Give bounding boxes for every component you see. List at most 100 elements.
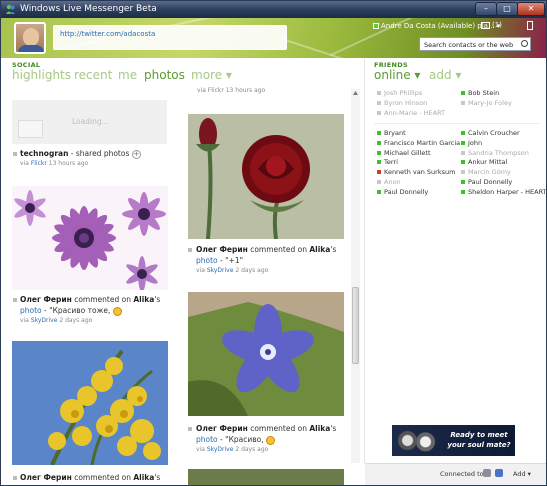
item-actor[interactable]: Олег Ферин [196, 424, 248, 433]
advertisement-banner[interactable]: Ready to meet your soul mate? [392, 425, 515, 456]
presence-icon [377, 101, 381, 105]
friend-list-item[interactable]: Terri [377, 158, 398, 166]
meta-source-link[interactable]: Flickr [31, 160, 47, 167]
photo-thumbnail[interactable] [188, 469, 344, 485]
meta-source-link[interactable]: SkyDrive [207, 446, 234, 453]
search-input[interactable]: Search contacts or the web [419, 37, 531, 51]
friend-list-item[interactable]: Paul Donnelly [461, 178, 512, 186]
scrollbar-thumb[interactable] [352, 287, 359, 364]
meta-time: 2 days ago [57, 317, 93, 324]
minimize-button[interactable]: – [475, 2, 497, 16]
friend-name: Mary-Jo Foley [468, 99, 512, 107]
item-text: commented on [247, 245, 310, 254]
photo-thumbnail[interactable] [12, 341, 168, 465]
mail-icon[interactable] [481, 22, 490, 29]
feed-scrollbar[interactable] [351, 89, 360, 463]
mail-count: (1) [492, 21, 502, 29]
presence-icon [461, 101, 465, 105]
friend-list-item[interactable]: Mary-Jo Foley [461, 99, 512, 107]
avatar[interactable] [14, 22, 46, 54]
presence-icon [461, 91, 465, 95]
maximize-button[interactable]: □ [496, 2, 518, 16]
presence-icon [377, 111, 381, 115]
tab-photos[interactable]: photos [144, 68, 185, 82]
presence-icon [461, 140, 465, 145]
friend-list-item[interactable]: Marcin Gómy [461, 168, 511, 176]
add-menu-button[interactable]: Add ▾ [513, 470, 531, 478]
item-actor[interactable]: technogran [20, 149, 68, 158]
friend-name: Ann-Marie - HEART [384, 109, 446, 117]
tab-recent[interactable]: recent [74, 68, 112, 82]
friend-list-item[interactable]: Bob Stein [461, 89, 499, 97]
item-target[interactable]: Alika [309, 245, 330, 254]
item-target[interactable]: Alika [309, 424, 330, 433]
menu-icon[interactable] [527, 21, 533, 30]
friend-list-item[interactable]: Francisco Martin Garcia [377, 139, 460, 147]
ad-line-2: your soul mate? [447, 441, 511, 449]
friend-list-item[interactable]: Byron Hinson [377, 99, 427, 107]
item-actor[interactable]: Олег Ферин [20, 473, 72, 482]
presence-icon [461, 189, 465, 194]
photo-link[interactable]: photo [196, 256, 218, 265]
purple-daisy-image [12, 186, 168, 290]
item-meta: via SkyDrive 2 days ago [20, 317, 92, 324]
tab-me[interactable]: me [118, 68, 137, 82]
friend-name: Terri [384, 158, 398, 167]
loading-placeholder: Loading... [12, 100, 167, 144]
friend-list-item[interactable]: Kenneth van Surksum [377, 168, 455, 176]
tab-add[interactable]: add ▾ [429, 68, 461, 82]
item-text: commented on [71, 295, 134, 304]
rings-image [394, 427, 439, 454]
add-icon[interactable]: + [131, 150, 141, 159]
title-bar[interactable]: Windows Live Messenger Beta – □ ✕ [1, 1, 546, 18]
tab-more[interactable]: more ▾ [191, 68, 232, 82]
search-icon[interactable] [521, 40, 528, 47]
friend-list-item[interactable]: Michael Gillett [377, 149, 431, 157]
friend-list-item[interactable]: Sheldon Harper - HEART [461, 188, 546, 196]
photo-thumbnail[interactable] [188, 292, 344, 416]
photo-thumbnail[interactable] [188, 114, 344, 239]
contacts-icon[interactable] [483, 469, 491, 477]
friend-list-item[interactable]: John [461, 139, 482, 147]
friend-name: John [468, 138, 483, 147]
user-name-label: Andre Da Costa (Available) [381, 22, 476, 30]
meta-source-link[interactable]: SkyDrive [207, 267, 234, 274]
item-actor[interactable]: Олег Ферин [20, 295, 72, 304]
close-button[interactable]: ✕ [517, 2, 545, 16]
friend-name: Calvin Croucher [468, 129, 520, 137]
tab-highlights[interactable]: highlights [12, 68, 71, 82]
feed-item-text-2: photo - "Красиво тоже, [20, 306, 122, 316]
friend-list-item[interactable]: Ann-Marie - HEART [377, 109, 445, 117]
status-message-input[interactable]: http://twitter.com/adacosta [53, 25, 287, 50]
friend-list-item[interactable]: Paul Donnelly [377, 188, 428, 196]
blue-periwinkle-image [188, 292, 344, 416]
meta-time: 2 days ago [233, 446, 269, 453]
friend-list-item[interactable]: Josh Phillips [377, 89, 422, 97]
photo-link[interactable]: photo [196, 435, 218, 444]
tab-online[interactable]: online ▾ [374, 68, 420, 82]
item-target[interactable]: Alika [133, 473, 154, 482]
feed-item-text: technogran - shared photos + [20, 149, 141, 159]
presence-icon [461, 180, 465, 184]
friend-list-item[interactable]: Calvin Croucher [461, 129, 520, 137]
item-target[interactable]: Alika [133, 295, 154, 304]
item-actor[interactable]: Олег Ферин [196, 245, 248, 254]
friend-list-item[interactable]: Anon [377, 178, 401, 186]
header-banner: http://twitter.com/adacosta Andre Da Cos… [1, 18, 546, 58]
friend-list-item[interactable]: Ankur Mittal [461, 158, 507, 166]
friend-list-item[interactable]: Sandria Thompson [461, 149, 529, 157]
photo-link[interactable]: photo [20, 306, 42, 315]
item-possessive: 's [330, 424, 337, 433]
item-meta: via SkyDrive 2 days ago [196, 446, 268, 453]
smiley-icon [266, 435, 276, 445]
meta-time: 2 days ago [233, 267, 269, 274]
presence-icon [377, 180, 381, 184]
ad-line-1: Ready to meet [450, 431, 508, 439]
facebook-icon[interactable] [495, 469, 503, 477]
scroll-up-arrow-icon[interactable] [352, 90, 359, 96]
friend-list-item[interactable]: Bryant [377, 129, 406, 137]
photo-thumbnail[interactable] [12, 186, 168, 290]
connected-to-label: Connected to [440, 470, 484, 478]
item-bullet [13, 476, 17, 480]
meta-source-link[interactable]: SkyDrive [31, 317, 58, 324]
